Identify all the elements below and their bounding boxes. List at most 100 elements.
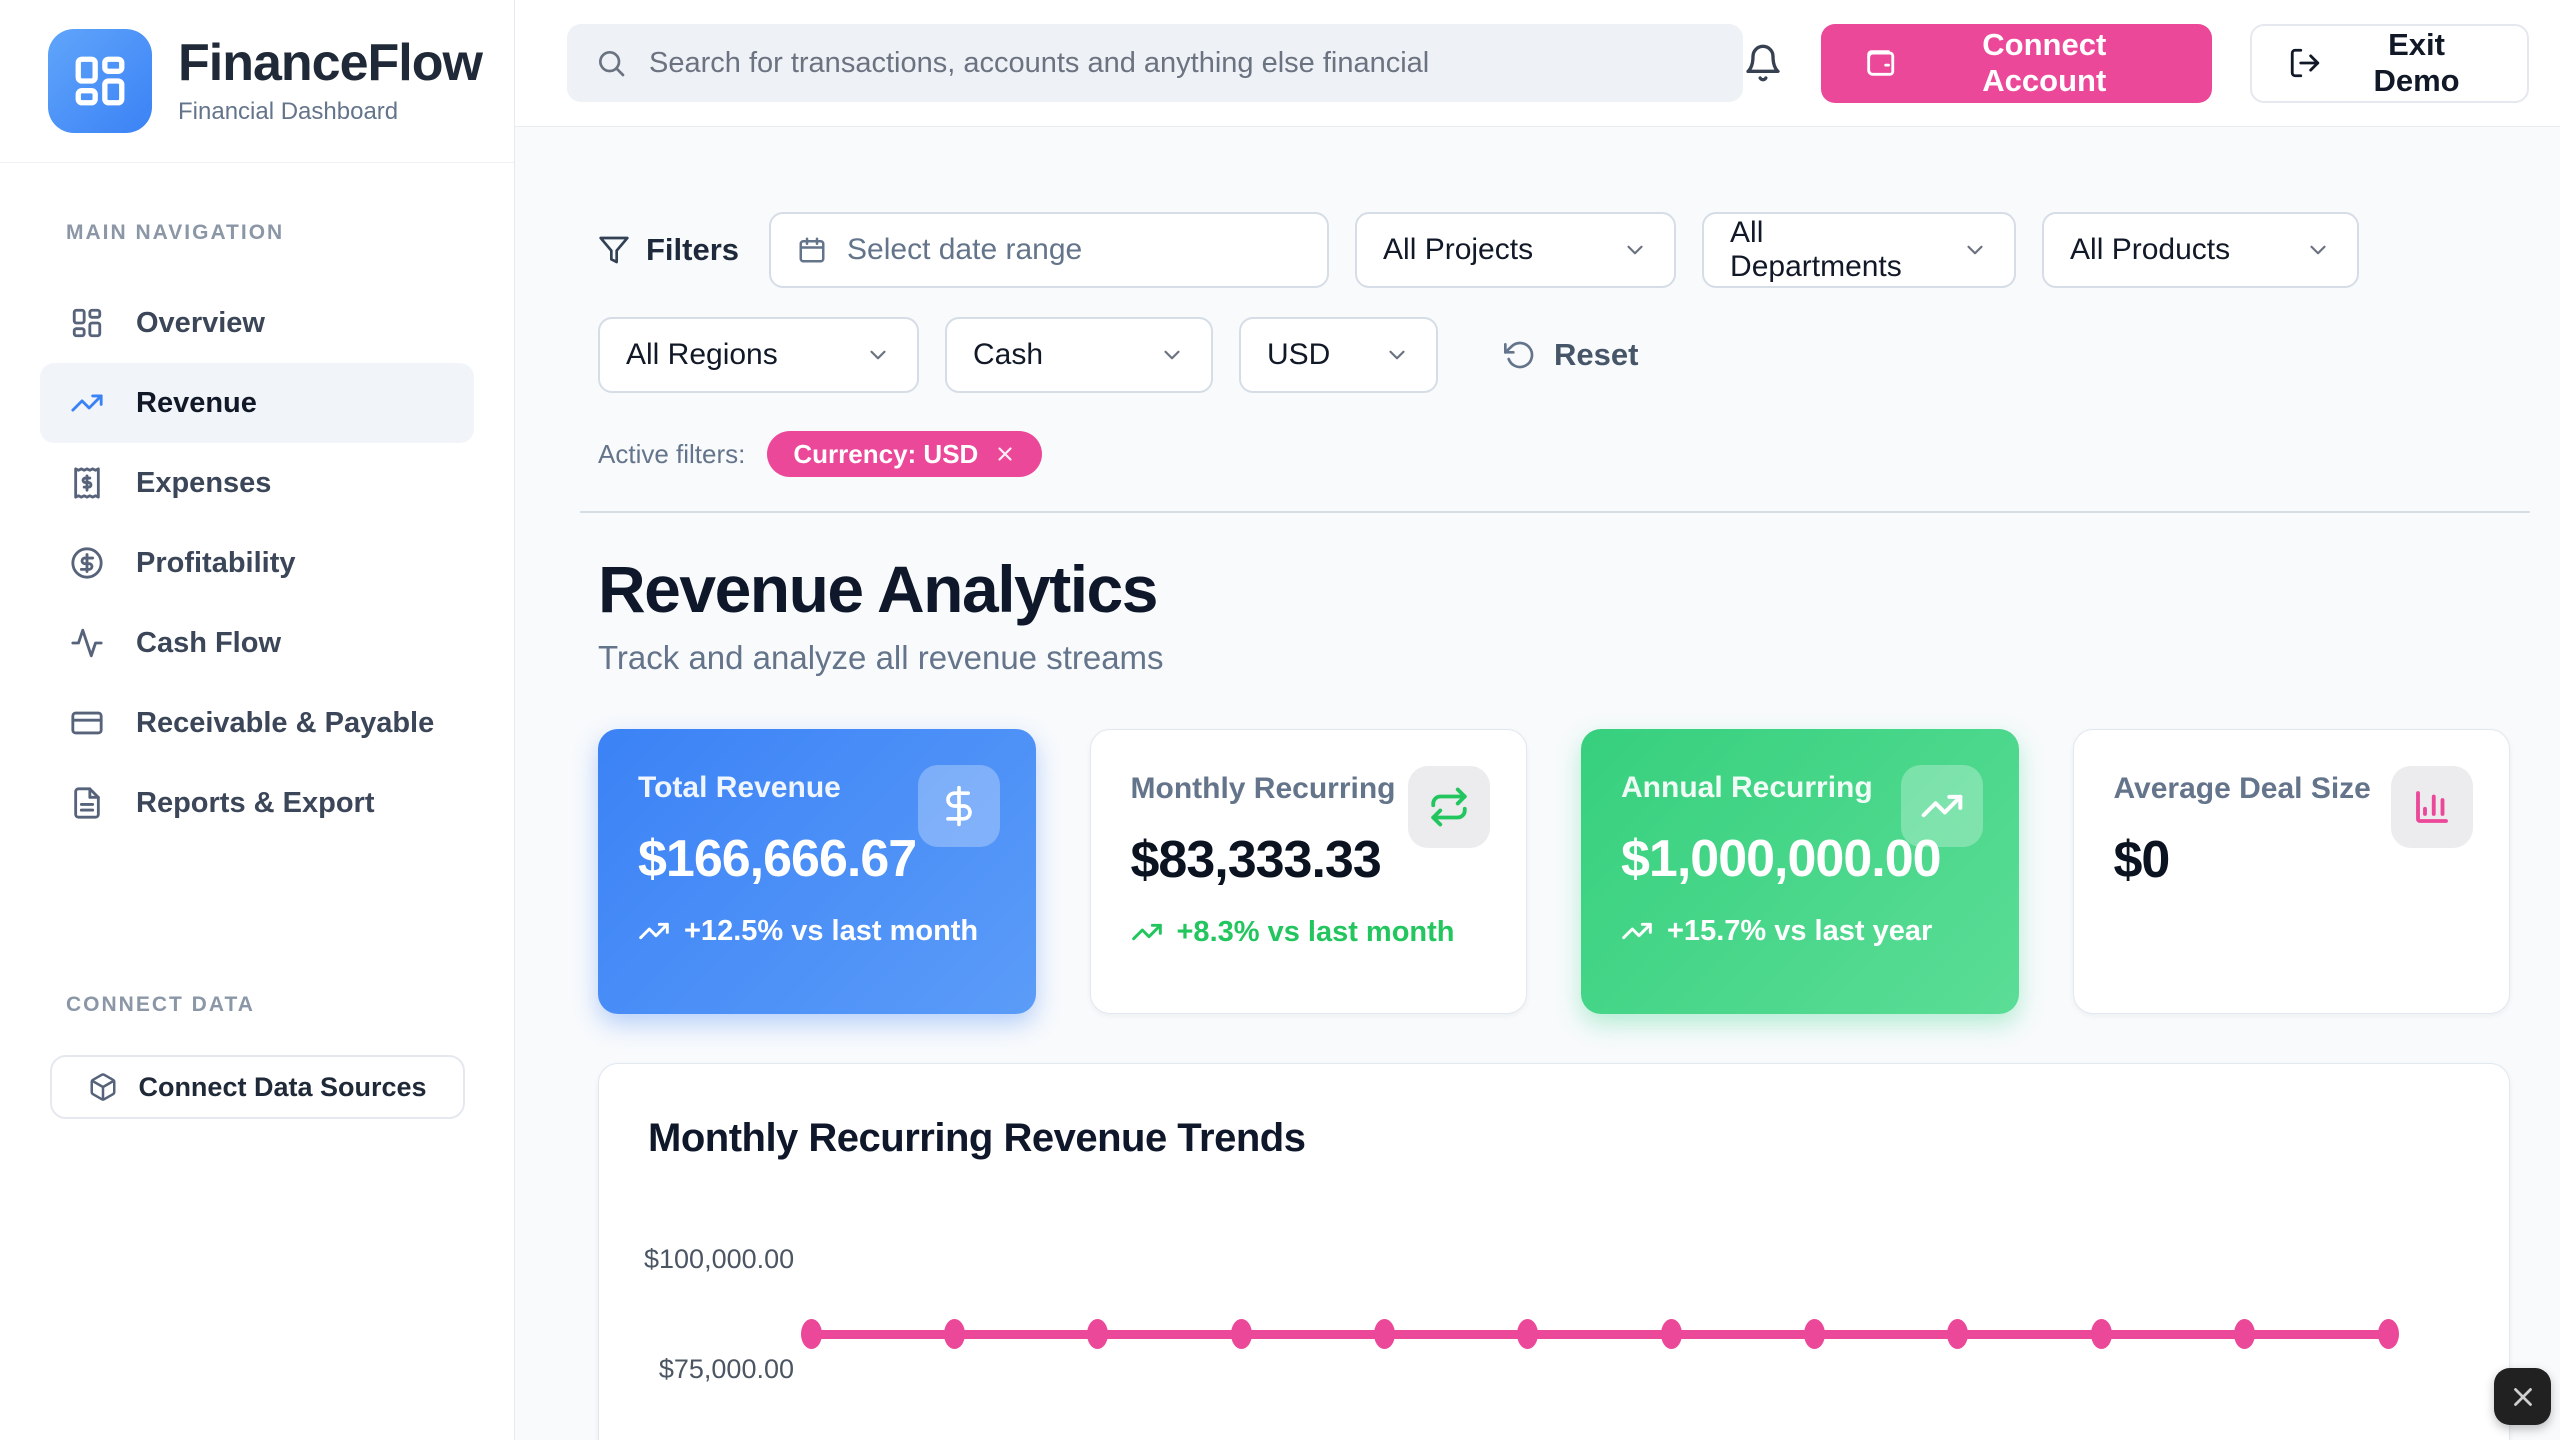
sidebar-item-reports-export[interactable]: Reports & Export: [40, 763, 474, 843]
sidebar-item-label: Overview: [136, 307, 265, 340]
date-range-input[interactable]: [847, 233, 1301, 267]
close-icon: [2508, 1382, 2538, 1412]
active-filters-label: Active filters:: [598, 439, 745, 470]
bell-icon: [1743, 43, 1783, 83]
departments-select[interactable]: All Departments: [1702, 212, 2016, 288]
filters-heading: Filters: [598, 232, 739, 268]
brand-block: FinanceFlow Financial Dashboard: [0, 0, 514, 163]
stat-card-average-deal-size: Average Deal Size $0: [2073, 729, 2511, 1014]
stat-delta: +8.3% vs last month: [1131, 914, 1481, 950]
brand-text: FinanceFlow Financial Dashboard: [178, 36, 482, 127]
stat-card-annual-recurring: Annual Recurring $1,000,000.00 +15.7% vs…: [1581, 729, 2019, 1014]
stat-card-monthly-recurring: Monthly Recurring $83,333.33 +8.3% vs la…: [1090, 729, 1528, 1014]
stat-cards: Total Revenue $166,666.67 +12.5% vs last…: [598, 729, 2510, 1014]
search-icon: [595, 47, 627, 79]
chart-point: [1087, 1319, 1108, 1349]
projects-select[interactable]: All Projects: [1355, 212, 1676, 288]
sidebar-item-overview[interactable]: Overview: [40, 283, 474, 363]
sidebar-item-profitability[interactable]: Profitability: [40, 523, 474, 603]
reset-filters-button[interactable]: Reset: [1504, 337, 1638, 373]
stat-delta: +12.5% vs last month: [638, 913, 988, 949]
sidebar-item-cash-flow[interactable]: Cash Flow: [40, 603, 474, 683]
dashboard-grid-icon: [70, 306, 104, 340]
filter-funnel-icon: [598, 234, 630, 266]
close-icon[interactable]: [994, 443, 1016, 465]
chart-point: [801, 1319, 822, 1349]
credit-card-icon: [70, 706, 104, 740]
file-text-icon: [70, 786, 104, 820]
stat-card-total-revenue: Total Revenue $166,666.67 +12.5% vs last…: [598, 729, 1036, 1014]
bar-chart-icon: [2391, 766, 2473, 848]
active-filter-chip-currency[interactable]: Currency: USD: [767, 431, 1042, 477]
chart-point: [2378, 1319, 2399, 1349]
section-divider: [580, 511, 2530, 513]
trending-up-icon: [638, 915, 670, 947]
trending-up-icon: [1621, 915, 1653, 947]
filters-row-1: Filters All Projects All Departments All…: [598, 212, 2510, 288]
regions-select[interactable]: All Regions: [598, 317, 919, 393]
nav-section-title: MAIN NAVIGATION: [40, 221, 474, 245]
chart-point: [1661, 1319, 1682, 1349]
stat-delta-text: +8.3% vs last month: [1177, 914, 1455, 950]
connect-data-sources-button[interactable]: Connect Data Sources: [50, 1055, 465, 1119]
stat-delta-text: +15.7% vs last year: [1667, 913, 1932, 949]
trending-up-icon: [1901, 765, 1983, 847]
products-select[interactable]: All Products: [2042, 212, 2359, 288]
departments-select-value: All Departments: [1730, 216, 1942, 284]
sidebar-item-label: Profitability: [136, 547, 296, 580]
chevron-down-icon: [865, 342, 891, 368]
chart-point: [2091, 1319, 2112, 1349]
stat-delta-text: +12.5% vs last month: [684, 913, 978, 949]
log-out-icon: [2288, 46, 2322, 80]
payment-type-select-value: Cash: [973, 338, 1043, 372]
dollar-circle-icon: [70, 546, 104, 580]
calendar-icon: [797, 235, 827, 265]
sidebar-item-receivable-payable[interactable]: Receivable & Payable: [40, 683, 474, 763]
chart-point: [1947, 1319, 1968, 1349]
wallet-icon: [1863, 46, 1897, 80]
chart-point: [2234, 1319, 2255, 1349]
filters-label: Filters: [646, 232, 739, 268]
dashboard-grid-icon: [71, 52, 129, 110]
sidebar-item-revenue[interactable]: Revenue: [40, 363, 474, 443]
sidebar-item-label: Expenses: [136, 467, 271, 500]
stat-delta: +15.7% vs last year: [1621, 913, 1979, 949]
chart-point: [944, 1319, 965, 1349]
app-logo: [48, 29, 152, 133]
sidebar: FinanceFlow Financial Dashboard MAIN NAV…: [0, 0, 515, 1440]
active-filter-chip-label: Currency: USD: [793, 439, 978, 470]
chevron-down-icon: [2305, 237, 2331, 263]
sidebar-item-label: Receivable & Payable: [136, 707, 434, 740]
sidebar-item-label: Reports & Export: [136, 787, 374, 820]
sidebar-item-label: Cash Flow: [136, 627, 281, 660]
notifications-button[interactable]: [1743, 43, 1783, 83]
sidebar-item-label: Revenue: [136, 387, 257, 420]
currency-select[interactable]: USD: [1239, 317, 1438, 393]
payment-type-select[interactable]: Cash: [945, 317, 1213, 393]
chevron-down-icon: [1159, 342, 1185, 368]
chart-line-series: [807, 1330, 2388, 1339]
filters-row-2: All Regions Cash USD Reset: [598, 317, 2510, 393]
page-subtitle: Track and analyze all revenue streams: [598, 639, 2510, 677]
regions-select-value: All Regions: [626, 338, 778, 372]
app-title: FinanceFlow: [178, 36, 482, 91]
y-axis-tick-100000: $100,000.00: [644, 1244, 794, 1275]
chart-title: Monthly Recurring Revenue Trends: [648, 1116, 1305, 1161]
search-input[interactable]: [649, 47, 1715, 80]
chart-point: [1374, 1319, 1395, 1349]
trending-up-icon: [1131, 916, 1163, 948]
package-icon: [88, 1072, 118, 1102]
connect-account-button[interactable]: Connect Account: [1821, 24, 2212, 103]
exit-demo-button[interactable]: Exit Demo: [2250, 24, 2529, 103]
chart-point: [1804, 1319, 1825, 1349]
chevron-down-icon: [1384, 342, 1410, 368]
chevron-down-icon: [1962, 237, 1988, 263]
floating-close-button[interactable]: [2494, 1368, 2551, 1425]
rotate-ccw-icon: [1504, 339, 1536, 371]
main-navigation: MAIN NAVIGATION Overview Revenue Expense…: [0, 163, 514, 1119]
date-range-field[interactable]: [769, 212, 1329, 288]
mrr-trends-chart-card: Monthly Recurring Revenue Trends $100,00…: [598, 1063, 2510, 1440]
activity-icon: [70, 626, 104, 660]
global-search[interactable]: [567, 24, 1743, 102]
sidebar-item-expenses[interactable]: Expenses: [40, 443, 474, 523]
